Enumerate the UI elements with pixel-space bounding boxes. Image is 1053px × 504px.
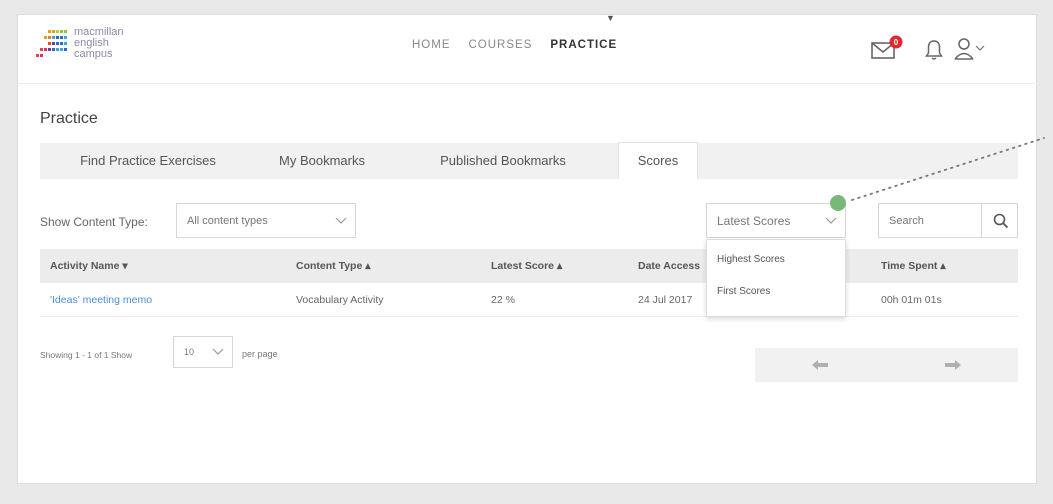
score-type-dropdown: Highest Scores First Scores (706, 239, 846, 317)
mail-icon[interactable]: 0 (870, 35, 906, 63)
chevron-down-icon (212, 348, 224, 355)
nav-practice[interactable]: PRACTICE (550, 39, 617, 51)
time-cell: 00h 01m 01s (881, 294, 942, 306)
col-time-spent[interactable]: Time Spent ▴ (881, 249, 946, 283)
header-actions: 0 (870, 31, 1030, 65)
score-type-value: Latest Scores (717, 213, 791, 228)
logo-line: campus (74, 48, 113, 60)
option-first-scores[interactable]: First Scores (717, 286, 770, 297)
col-activity-name[interactable]: Activity Name ▾ (50, 249, 128, 283)
logo-dots-icon (36, 30, 67, 57)
tab-scores[interactable]: Scores (618, 142, 698, 179)
macmillan-logo[interactable]: macmillan english campus (36, 26, 176, 68)
content-type-select[interactable]: All content types (176, 203, 356, 238)
per-page-select[interactable]: 10 (173, 336, 233, 368)
showing-text: Showing 1 - 1 of 1 Show (40, 350, 133, 360)
search-box (878, 203, 1018, 238)
pagination (755, 348, 1018, 382)
scores-table-header: Activity Name ▾ Content Type ▴ Latest Sc… (40, 249, 1018, 283)
score-type-select[interactable]: Latest Scores (706, 203, 846, 238)
per-page-label: per page (242, 349, 278, 359)
arrow-right-icon (945, 360, 961, 370)
activity-link[interactable]: 'Ideas' meeting memo (50, 283, 152, 317)
search-icon (993, 213, 1009, 229)
content-type-cell: Vocabulary Activity (296, 294, 384, 306)
tab-find-practice-exercises[interactable]: Find Practice Exercises (40, 143, 256, 179)
prev-page-button[interactable] (755, 348, 885, 382)
user-icon[interactable] (954, 36, 990, 62)
main-nav: HOME COURSES PRACTICE (412, 39, 617, 51)
mail-badge-count: 0 (894, 38, 899, 47)
search-input[interactable] (879, 204, 981, 237)
app-window: macmillan english campus HOME COURSES PR… (17, 13, 1038, 484)
practice-tabs: Find Practice Exercises My Bookmarks Pub… (40, 142, 1018, 179)
table-row: 'Ideas' meeting memo Vocabulary Activity… (40, 283, 1018, 317)
site-header: macmillan english campus HOME COURSES PR… (18, 13, 1038, 84)
page-title: Practice (40, 110, 98, 127)
chevron-down-icon (335, 217, 347, 224)
tab-my-bookmarks[interactable]: My Bookmarks (256, 143, 388, 179)
col-latest-score[interactable]: Latest Score ▴ (491, 249, 562, 283)
content-type-value: All content types (187, 214, 268, 227)
logo-text: macmillan english campus (74, 27, 124, 60)
search-button[interactable] (981, 204, 1018, 237)
caret-down-icon: ▼ (606, 13, 615, 23)
nav-home[interactable]: HOME (412, 39, 451, 51)
col-date-accessed[interactable]: Date Access (638, 249, 700, 283)
date-cell: 24 Jul 2017 (638, 294, 693, 306)
bell-icon[interactable] (924, 38, 944, 62)
arrow-left-icon (812, 360, 828, 370)
content-type-label: Show Content Type: (40, 215, 148, 229)
col-content-type[interactable]: Content Type ▴ (296, 249, 371, 283)
nav-courses[interactable]: COURSES (469, 39, 533, 51)
per-page-value: 10 (184, 347, 195, 357)
score-cell: 22 % (491, 294, 515, 306)
chevron-down-icon (825, 217, 837, 224)
tab-published-bookmarks[interactable]: Published Bookmarks (388, 143, 618, 179)
next-page-button[interactable] (888, 348, 1018, 382)
option-highest-scores[interactable]: Highest Scores (717, 254, 785, 265)
